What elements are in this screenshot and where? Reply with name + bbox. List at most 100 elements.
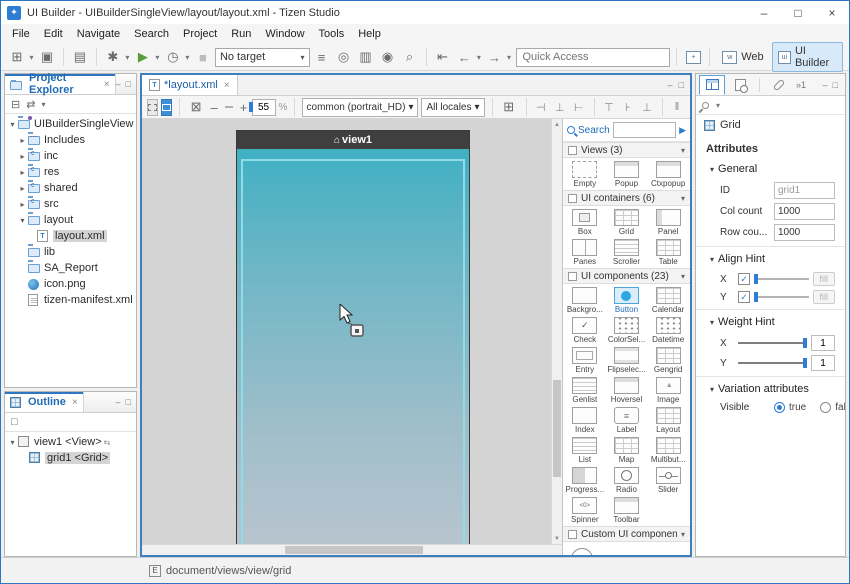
align-left-button[interactable]: ⊣ xyxy=(533,101,549,114)
pin-icon[interactable] xyxy=(701,100,711,110)
expander-icon[interactable]: ▸ xyxy=(17,152,28,161)
palette-item-panel[interactable]: Panel xyxy=(647,209,689,236)
view-overflow-button[interactable]: »1 xyxy=(796,80,806,90)
new-project-dropdown-icon[interactable]: ▾ xyxy=(28,53,35,62)
tree-item-src[interactable]: ▸ src xyxy=(5,196,136,212)
tree-item-sa-report[interactable]: SA_Report xyxy=(5,260,136,276)
expander-icon[interactable]: ▾ xyxy=(7,120,18,129)
zoom-slider[interactable] xyxy=(225,106,232,108)
visible-false-radio[interactable]: false xyxy=(820,402,845,413)
minimize-editor-button[interactable]: – xyxy=(668,80,673,90)
palette-item-table[interactable]: Table xyxy=(647,239,689,266)
palette-item-grid[interactable]: Grid xyxy=(606,209,648,236)
zoom-out-button[interactable]: – xyxy=(209,97,219,117)
vertical-scroll-thumb[interactable] xyxy=(553,380,561,477)
outline-tool-button[interactable]: □ xyxy=(11,416,18,428)
align-top-button[interactable]: ⊤ xyxy=(601,101,617,114)
view-background[interactable] xyxy=(237,149,469,544)
slider-thumb[interactable] xyxy=(803,338,807,348)
palette-item-datetime[interactable]: Datetime xyxy=(647,317,689,344)
weight-y-slider[interactable] xyxy=(738,357,807,369)
menu-window[interactable]: Window xyxy=(258,26,311,42)
collapse-section-icon[interactable]: ▾ xyxy=(681,530,685,539)
palette-section-custom[interactable]: Custom UI components (0) ▾ xyxy=(563,526,690,542)
expander-icon[interactable]: ▸ xyxy=(17,168,28,177)
palette-item-scroller[interactable]: Scroller xyxy=(606,239,648,266)
tree-item-layout-folder[interactable]: ▾ layout xyxy=(5,212,136,228)
scroll-down-icon[interactable]: ▼ xyxy=(554,533,560,544)
grid-selection-outline[interactable] xyxy=(241,159,465,544)
collapse-all-button[interactable]: ⊟ xyxy=(11,98,20,111)
close-icon[interactable]: × xyxy=(104,79,110,90)
palette-item-entry[interactable]: Entry xyxy=(564,347,606,374)
menu-edit[interactable]: Edit xyxy=(37,26,70,42)
minimize-view-button[interactable]: – xyxy=(823,80,828,90)
align-center-horizontal-button[interactable]: ⊥ xyxy=(552,101,568,114)
ui-builder-perspective-button[interactable]: ui UI Builder xyxy=(772,42,843,72)
profile-resolution-select[interactable]: common (portrait_HD) ▾ xyxy=(302,98,419,117)
web-perspective-button[interactable]: w Web xyxy=(716,48,769,67)
slider-thumb[interactable] xyxy=(754,292,758,302)
palette-item-label[interactable]: Label xyxy=(606,407,648,434)
canvas-horizontal-scrollbar[interactable] xyxy=(142,544,562,555)
debug-button[interactable]: ✱ xyxy=(103,47,123,67)
maximize-view-button[interactable]: □ xyxy=(126,397,131,407)
palette-item-box[interactable]: Box xyxy=(564,209,606,236)
palette-item-multibutton[interactable]: Multibut... xyxy=(647,437,689,464)
align-middle-button[interactable]: ⊦ xyxy=(620,101,636,114)
tab-resources[interactable] xyxy=(766,75,792,95)
back-dropdown-icon[interactable]: ▾ xyxy=(475,53,482,62)
profile-button[interactable]: ◷ xyxy=(163,47,183,67)
outline-item-grid1[interactable]: grid1 <Grid> xyxy=(5,450,136,466)
tab-project-explorer[interactable]: Project Explorer × xyxy=(5,74,116,94)
distribute-horizontal-button[interactable]: ‖ xyxy=(669,101,685,113)
section-align-hint[interactable]: ▾ Align Hint xyxy=(696,251,845,268)
palette-item-popup[interactable]: Popup xyxy=(606,161,648,188)
maximize-view-button[interactable]: □ xyxy=(126,79,131,89)
minimize-window-button[interactable]: – xyxy=(747,1,781,24)
palette-item-empty[interactable]: Empty xyxy=(564,161,606,188)
section-variation-attributes[interactable]: ▾ Variation attributes xyxy=(696,381,845,398)
debug-dropdown-icon[interactable]: ▾ xyxy=(124,53,131,62)
collapse-section-icon[interactable]: ▾ xyxy=(681,272,685,281)
profile-dropdown-icon[interactable]: ▾ xyxy=(184,53,191,62)
menu-navigate[interactable]: Navigate xyxy=(70,26,127,42)
tree-item-shared[interactable]: ▸ shared xyxy=(5,180,136,196)
run-button[interactable]: ▶ xyxy=(133,47,153,67)
weight-y-input[interactable] xyxy=(811,355,835,371)
locale-select[interactable]: All locales ▾ xyxy=(421,98,484,117)
palette-item-hoversel[interactable]: Hoversel xyxy=(606,377,648,404)
search-files-button[interactable]: ⌕ xyxy=(400,47,420,67)
palette-search-input[interactable] xyxy=(613,122,676,138)
show-grid-button[interactable]: ⊞ xyxy=(499,97,519,117)
tab-layout-xml[interactable]: T *layout.xml × xyxy=(142,75,238,95)
connection-list-button[interactable]: ≡ xyxy=(312,47,332,67)
tree-item-icon-png[interactable]: icon.png xyxy=(5,276,136,292)
menu-tools[interactable]: Tools xyxy=(312,26,352,42)
tree-item-tizen-manifest[interactable]: tizen-manifest.xml xyxy=(5,292,136,308)
visible-true-radio[interactable]: true xyxy=(774,402,806,413)
section-general[interactable]: ▾ General xyxy=(696,161,845,178)
palette-section-views[interactable]: Views (3) ▾ xyxy=(563,142,690,158)
align-x-slider[interactable] xyxy=(754,273,809,285)
maximize-window-button[interactable]: □ xyxy=(781,1,815,24)
close-icon[interactable]: × xyxy=(72,397,78,408)
tab-outline[interactable]: Outline × xyxy=(5,392,84,412)
palette-item-slider[interactable]: Slider xyxy=(647,467,689,494)
tab-attributes[interactable] xyxy=(699,75,725,95)
search-go-icon[interactable]: ▶ xyxy=(679,125,686,136)
menu-project[interactable]: Project xyxy=(176,26,224,42)
weight-x-input[interactable] xyxy=(811,335,835,351)
align-right-button[interactable]: ⊢ xyxy=(571,101,587,114)
align-x-checkbox[interactable]: ✓ xyxy=(738,273,750,285)
slider-thumb[interactable] xyxy=(803,358,807,368)
palette-item-ctxpopup[interactable]: Ctxpopup xyxy=(647,161,689,188)
section-weight-hint[interactable]: ▾ Weight Hint xyxy=(696,314,845,331)
save-all-button[interactable]: ▣ xyxy=(37,47,57,67)
expander-icon[interactable]: ▸ xyxy=(17,200,28,209)
id-input[interactable] xyxy=(774,182,835,199)
zoom-value-input[interactable] xyxy=(252,99,276,116)
palette-section-containers[interactable]: UI containers (6) ▾ xyxy=(563,190,690,206)
palette-item-gengrid[interactable]: Gengrid xyxy=(647,347,689,374)
expander-icon[interactable]: ▸ xyxy=(17,136,28,145)
